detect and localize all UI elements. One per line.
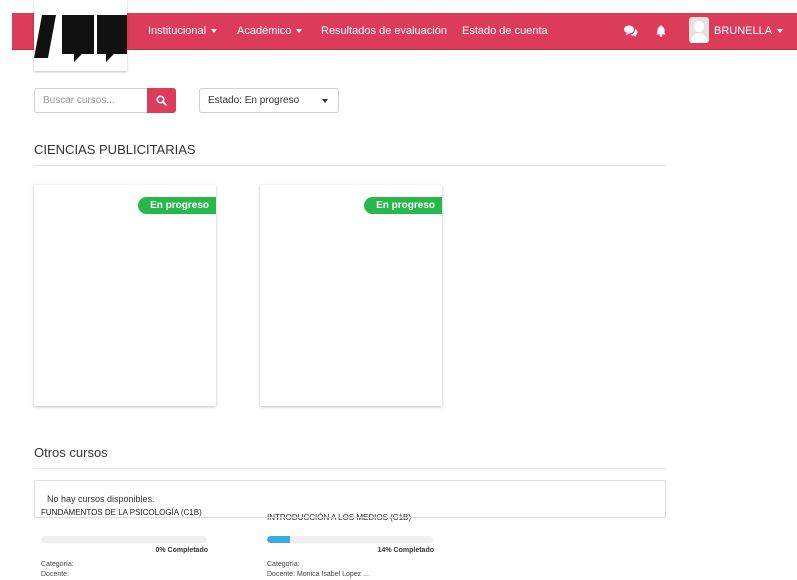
section-divider [34,468,666,469]
logo-mark-icon [34,15,127,62]
chevron-down-icon [211,29,218,34]
nav-academico[interactable]: Académico [237,13,303,49]
status-filter-select[interactable]: Estado: En progreso [199,88,339,113]
user-avatar-icon[interactable] [689,17,709,43]
empty-courses-message: No hay cursos disponibles. [34,480,666,518]
progress-label: 0% Completado [155,547,208,554]
course-teacher: Docente: [41,571,70,578]
empty-message-text: No hay cursos disponibles. [47,494,155,504]
institution-logo[interactable] [34,0,127,71]
avatar-body [691,33,707,43]
nav-resultados-evaluacion[interactable]: Resultados de evaluación [321,13,447,49]
search-button[interactable] [147,88,176,113]
course-teacher: Docente: Monica Isabel Lopez ... [267,571,369,578]
bell-icon[interactable] [656,13,666,49]
progress-fill [267,536,291,543]
search-input[interactable] [34,88,147,113]
nav-institucional-label: Institucional [148,25,207,37]
chat-icon[interactable] [623,13,638,49]
chevron-down-icon [777,29,784,34]
user-name: BRUNELLA [714,25,773,37]
chevron-down-icon [322,99,328,103]
nav-resultados-label: Resultados de evaluación [321,25,447,37]
status-badge: En progreso [364,197,442,214]
other-courses-title: Otros cursos [34,445,108,460]
status-filter-value: Estado: En progreso [208,95,300,106]
progress-label: 14% Completado [377,547,434,554]
progress-bar [267,536,433,543]
user-menu[interactable]: BRUNELLA [714,13,784,49]
avatar-head [694,21,704,32]
section-divider [34,165,666,166]
program-title: CIENCIAS PUBLICITARIAS [34,142,196,157]
nav-estado-cuenta-label: Estado de cuenta [462,25,548,37]
course-category: Categoría: [267,561,300,568]
search-icon [156,95,167,106]
nav-institucional[interactable]: Institucional [148,13,218,49]
chevron-down-icon [296,29,303,34]
nav-estado-cuenta[interactable]: Estado de cuenta [462,13,548,49]
course-category: Categoría: [41,561,74,568]
progress-bar [41,536,207,543]
course-card[interactable]: En progreso INTRODUCCIÓN A LOS MEDIOS (C… [260,185,442,578]
status-badge: En progreso [138,197,216,214]
nav-academico-label: Académico [237,25,292,37]
course-card[interactable]: En progreso FUNDAMENTOS DE LA PSICOLOGÍA… [34,185,216,578]
